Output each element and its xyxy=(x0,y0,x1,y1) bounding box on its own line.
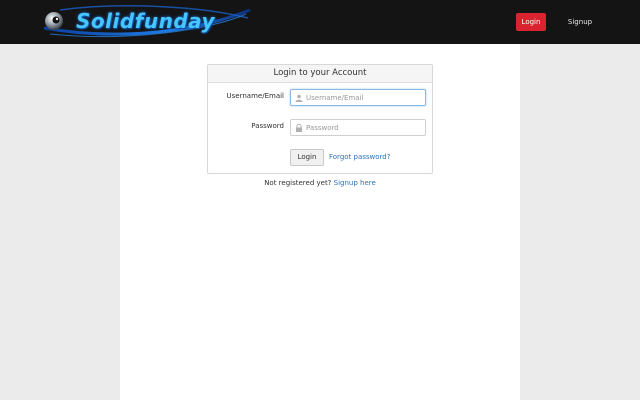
main-content: Login to your Account Username/Email Pas… xyxy=(120,44,520,400)
signup-here-link[interactable]: Signup here xyxy=(334,179,376,187)
password-input[interactable] xyxy=(306,120,424,135)
username-input[interactable] xyxy=(306,90,424,105)
nav-login-button[interactable]: Login xyxy=(516,13,546,31)
forgot-password-link[interactable]: Forgot password? xyxy=(329,153,390,161)
login-panel: Login to your Account Username/Email Pas… xyxy=(207,64,433,174)
logo-text: Solidfunday xyxy=(76,9,216,33)
nav-signup-link[interactable]: Signup xyxy=(562,13,598,31)
register-prompt: Not registered yet? Signup here xyxy=(120,179,520,187)
site-logo[interactable]: Solidfunday xyxy=(40,4,252,40)
top-navbar: Solidfunday Login Signup xyxy=(0,0,640,44)
password-field-wrapper[interactable] xyxy=(290,119,426,136)
username-label: Username/Email xyxy=(226,92,284,100)
login-panel-title: Login to your Account xyxy=(208,65,432,83)
lock-icon xyxy=(296,124,302,132)
username-field-wrapper[interactable] xyxy=(290,89,426,106)
password-label: Password xyxy=(251,122,284,130)
user-icon xyxy=(295,94,303,102)
login-submit-button[interactable]: Login xyxy=(290,149,324,166)
register-prompt-text: Not registered yet? xyxy=(264,179,332,187)
